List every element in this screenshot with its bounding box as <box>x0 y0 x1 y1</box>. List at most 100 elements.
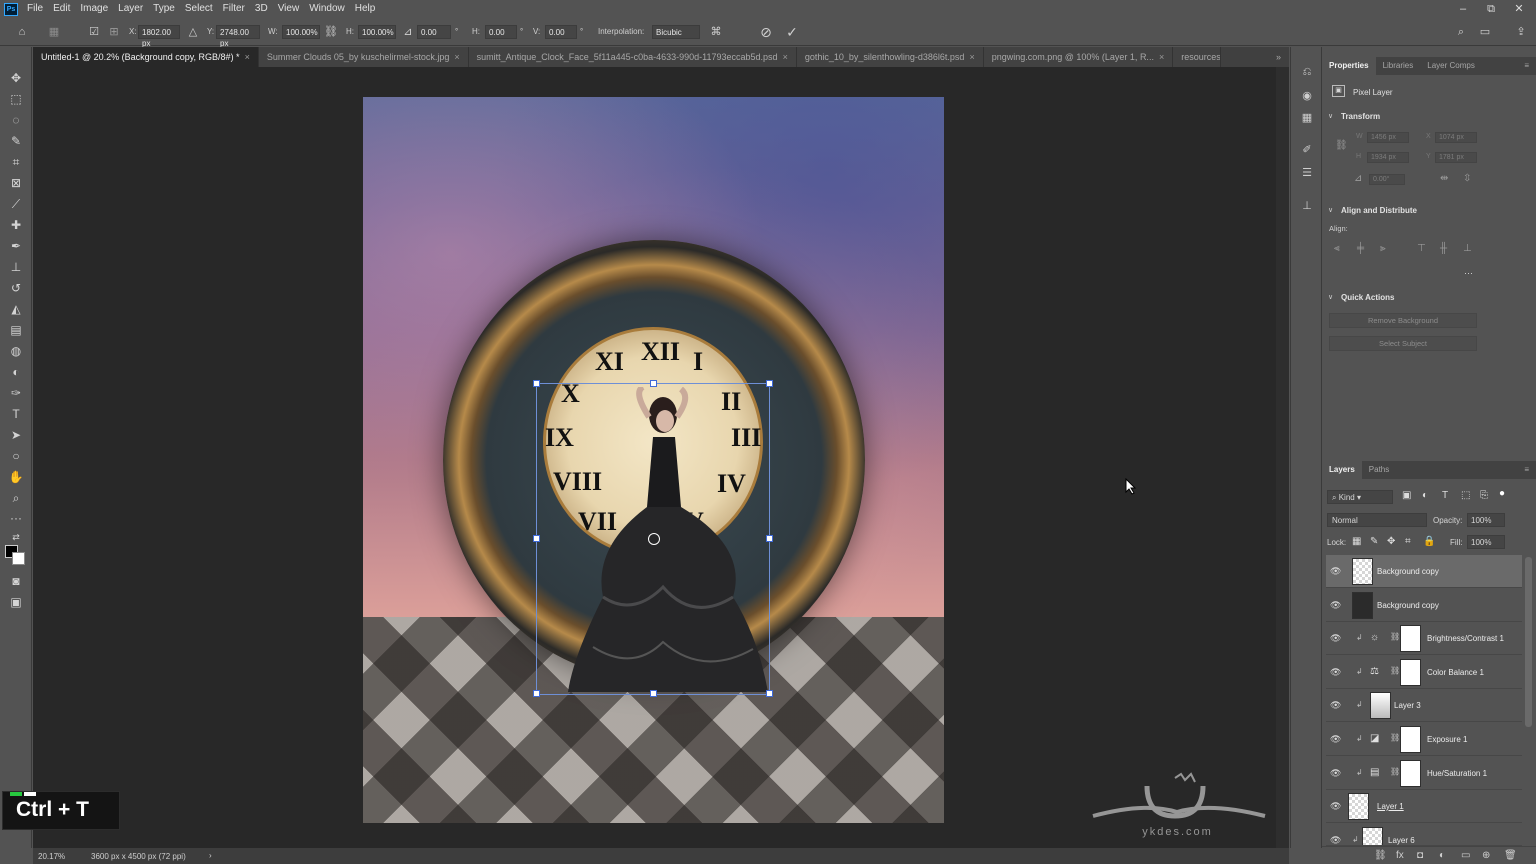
more-options-icon[interactable]: ··· <box>1464 268 1473 278</box>
transform-handle[interactable] <box>533 380 540 387</box>
layer-row[interactable]: 👁 Background copy <box>1326 589 1522 622</box>
layer-row[interactable]: 👁 ↲ ▤ ⛓ Hue/Saturation 1 <box>1326 757 1522 790</box>
color-panel-icon[interactable]: ◉ <box>1298 87 1316 105</box>
align-middle-icon[interactable]: ╫ <box>1440 243 1447 254</box>
hand-tool-icon[interactable]: ✋ <box>7 468 25 486</box>
tab-resources[interactable]: resources <box>1173 47 1222 67</box>
select-subject-button[interactable]: Select Subject <box>1329 336 1477 351</box>
document-canvas[interactable]: XII I II III IV V VII VIII IX X XI <box>363 97 944 823</box>
menu-edit[interactable]: Edit <box>48 0 75 18</box>
lasso-tool-icon[interactable]: ◌ <box>7 111 25 129</box>
frame-tool-icon[interactable]: ⊠ <box>7 174 25 192</box>
blend-mode-select[interactable]: Normal <box>1327 513 1427 527</box>
lock-artboard-icon[interactable]: ⌗ <box>1405 536 1411 547</box>
layer-row[interactable]: 👁 Layer 1 <box>1326 790 1522 823</box>
h-field[interactable]: 100.00% <box>358 25 396 39</box>
visibility-eye-icon[interactable]: 👁 <box>1330 667 1341 678</box>
panel-menu-icon[interactable]: ≡ <box>1517 461 1536 479</box>
healing-brush-tool-icon[interactable]: ✚ <box>7 216 25 234</box>
more-tools-icon[interactable]: ··· <box>7 509 25 527</box>
link-layers-icon[interactable]: ⛓ <box>1374 850 1387 861</box>
filter-smart-object-icon[interactable]: ⎘ <box>1480 490 1488 501</box>
transform-handle[interactable] <box>766 535 773 542</box>
pen-tool-icon[interactable]: ✑ <box>7 384 25 402</box>
angle-field[interactable]: 0.00 <box>417 25 451 39</box>
eraser-tool-icon[interactable]: ◭ <box>7 300 25 318</box>
mask-link-icon[interactable]: ⛓ <box>1390 666 1400 675</box>
prop-x-field[interactable]: 1074 px <box>1435 132 1477 143</box>
search-icon[interactable]: ⌕ <box>1453 24 1469 40</box>
remove-background-button[interactable]: Remove Background <box>1329 313 1477 328</box>
visibility-eye-icon[interactable]: 👁 <box>1330 600 1341 611</box>
vskew-field[interactable]: 0.00 <box>545 25 577 39</box>
align-left-icon[interactable]: ⫷ <box>1334 243 1340 254</box>
interpolation-select[interactable]: Bicubic <box>652 25 700 39</box>
share-icon[interactable]: ⇪ <box>1513 24 1529 40</box>
close-tab-icon[interactable]: × <box>969 52 974 62</box>
quick-mask-icon[interactable]: ◙ <box>7 572 25 590</box>
dodge-tool-icon[interactable]: ◐ <box>7 363 25 381</box>
trash-icon[interactable]: 🗑 <box>1504 850 1517 861</box>
mask-link-icon[interactable]: ⛓ <box>1390 733 1400 742</box>
close-window-button[interactable]: ✕ <box>1506 0 1532 18</box>
ellipse-tool-icon[interactable]: ○ <box>7 447 25 465</box>
swatches-panel-icon[interactable]: ▦ <box>1298 109 1316 127</box>
flip-vertical-icon[interactable]: ⇳ <box>1463 173 1471 184</box>
filter-adjustment-icon[interactable]: ◐ <box>1422 490 1428 501</box>
screen-mode-icon[interactable]: ▣ <box>7 593 25 611</box>
layer-row[interactable]: 👁 ↲ ☼ ⛓ Brightness/Contrast 1 <box>1326 622 1522 655</box>
brush-settings-icon[interactable]: ✐ <box>1298 141 1316 159</box>
menu-layer[interactable]: Layer <box>113 0 148 18</box>
lock-image-icon[interactable]: ✎ <box>1370 536 1378 547</box>
transform-handle[interactable] <box>650 690 657 697</box>
layer-row[interactable]: 👁 ↲ ◪ ⛓ Exposure 1 <box>1326 723 1522 756</box>
menu-3d[interactable]: 3D <box>250 0 273 18</box>
add-mask-icon[interactable]: ◘ <box>1417 850 1423 861</box>
filter-pixel-icon[interactable]: ▣ <box>1402 490 1411 501</box>
minimize-button[interactable]: – <box>1450 0 1476 18</box>
layer-row[interactable]: 👁 ↲ ⚖ ⛓ Color Balance 1 <box>1326 656 1522 689</box>
zoom-tool-icon[interactable]: ⌕ <box>7 489 25 507</box>
menu-filter[interactable]: Filter <box>218 0 250 18</box>
blur-tool-icon[interactable]: ◍ <box>7 342 25 360</box>
home-icon[interactable]: ⌂ <box>14 24 30 40</box>
x-field[interactable]: 1802.00 px <box>138 25 180 48</box>
history-brush-tool-icon[interactable]: ↺ <box>7 279 25 297</box>
transform-section-title[interactable]: Transform <box>1341 112 1380 121</box>
quick-select-tool-icon[interactable]: ✎ <box>7 132 25 150</box>
align-right-icon[interactable]: ⫸ <box>1380 243 1386 254</box>
brush-tool-icon[interactable]: ✒ <box>7 237 25 255</box>
filter-type-icon[interactable]: T <box>1442 490 1448 501</box>
clone-stamp-tool-icon[interactable]: ⊥ <box>7 258 25 276</box>
background-color-swatch[interactable] <box>12 552 25 565</box>
menu-type[interactable]: Type <box>148 0 180 18</box>
transform-handle[interactable] <box>766 380 773 387</box>
layer-row[interactable]: 👁 ↲ Layer 3 <box>1326 689 1522 722</box>
gradient-tool-icon[interactable]: ▤ <box>7 321 25 339</box>
marquee-tool-icon[interactable]: ⬚ <box>7 90 25 108</box>
tab-layer-comps[interactable]: Layer Comps <box>1420 57 1482 75</box>
eyedropper-tool-icon[interactable]: ⟋ <box>7 195 25 213</box>
visibility-eye-icon[interactable]: 👁 <box>1330 768 1341 779</box>
tab-paths[interactable]: Paths <box>1362 461 1396 479</box>
link-icon[interactable]: ⛓ <box>1335 140 1348 151</box>
lock-position-icon[interactable]: ✥ <box>1387 536 1395 547</box>
reference-point-icon[interactable]: ▦ <box>46 24 62 40</box>
close-tab-icon[interactable]: × <box>245 52 250 62</box>
tab-pngwing[interactable]: pngwing.com.png @ 100% (Layer 1, R... × <box>983 47 1174 67</box>
layer-filter-select[interactable]: ⌕ Kind ▾ <box>1327 490 1393 504</box>
align-center-icon[interactable]: ╪ <box>1357 243 1364 254</box>
lock-all-icon[interactable]: 🔒 <box>1423 536 1435 547</box>
clone-source-icon[interactable]: ⊥ <box>1298 197 1316 215</box>
menu-select[interactable]: Select <box>180 0 218 18</box>
tab-antique-clock[interactable]: sumitt_Antique_Clock_Face_5f11a445-c0ba-… <box>468 47 797 67</box>
visibility-eye-icon[interactable]: 👁 <box>1330 700 1341 711</box>
visibility-eye-icon[interactable]: 👁 <box>1330 566 1341 577</box>
transform-handle[interactable] <box>766 690 773 697</box>
reference-checkbox-icon[interactable]: ☑ <box>86 24 102 40</box>
layer-style-fx-icon[interactable]: fx <box>1396 850 1404 861</box>
move-tool-icon[interactable]: ✥ <box>7 69 25 87</box>
menu-file[interactable]: File <box>22 0 48 18</box>
close-tab-icon[interactable]: × <box>783 52 788 62</box>
align-bottom-icon[interactable]: ⊥ <box>1463 243 1472 254</box>
